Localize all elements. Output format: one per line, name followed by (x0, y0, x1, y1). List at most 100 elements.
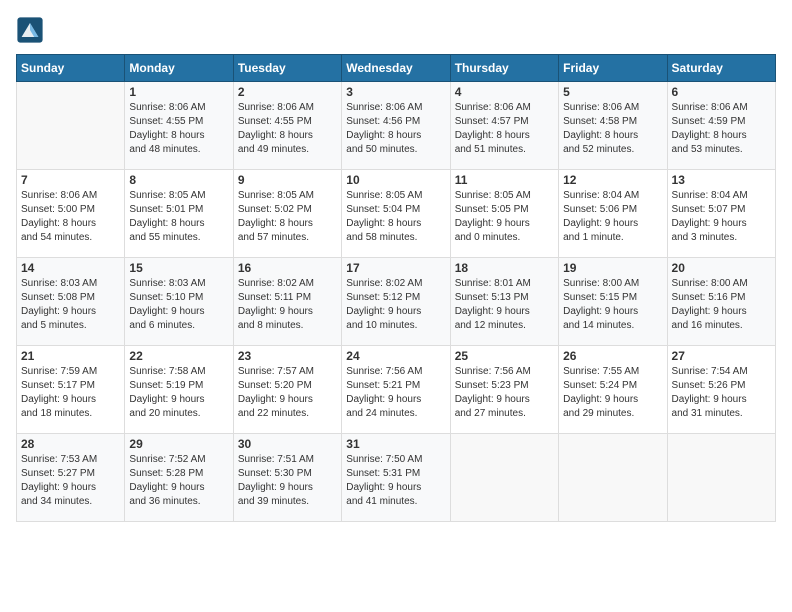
header-cell-tuesday: Tuesday (233, 55, 341, 82)
calendar-cell: 21Sunrise: 7:59 AMSunset: 5:17 PMDayligh… (17, 346, 125, 434)
calendar-week-5: 28 Sunrise: 7:53 AMSunset: 5:27 PMDayligh… (17, 434, 776, 522)
day-info: Sunrise: 8:06 AMSunset: 4:58 PMDaylight:… (563, 101, 662, 157)
day-info: Sunrise: 7:55 AMSunset: 5:24 PMDaylight:… (563, 365, 662, 421)
day-number: 4 (455, 85, 554, 99)
calendar-week-2: 7 Sunrise: 8:06 AMSunset: 5:00 PMDaylight… (17, 170, 776, 258)
day-number: 20 (672, 261, 771, 275)
day-info: Sunrise: 8:05 AMSunset: 5:05 PMDaylight:… (455, 189, 554, 245)
day-number: 31 (346, 437, 445, 451)
calendar-cell: 20 Sunrise: 8:00 AMSunset: 5:16 PMDayligh… (667, 258, 775, 346)
day-info: Sunrise: 8:05 AMSunset: 5:04 PMDaylight:… (346, 189, 445, 245)
calendar-cell: 31 Sunrise: 7:50 AMSunset: 5:31 PMDayligh… (342, 434, 450, 522)
day-info: Sunrise: 8:02 AMSunset: 5:11 PMDaylight:… (238, 277, 337, 333)
day-info: Sunrise: 7:56 AMSunset: 5:23 PMDaylight:… (455, 365, 554, 421)
day-info: Sunrise: 7:57 AMSunset: 5:20 PMDaylight:… (238, 365, 337, 421)
day-info: Sunrise: 8:04 AMSunset: 5:06 PMDaylight:… (563, 189, 662, 245)
calendar-cell: 1 Sunrise: 8:06 AMSunset: 4:55 PMDaylight… (125, 82, 233, 170)
calendar-cell: 13Sunrise: 8:04 AMSunset: 5:07 PMDayligh… (667, 170, 775, 258)
calendar-cell: 19 Sunrise: 8:00 AMSunset: 5:15 PMDayligh… (559, 258, 667, 346)
calendar-cell (17, 82, 125, 170)
header-row: SundayMondayTuesdayWednesdayThursdayFrid… (17, 55, 776, 82)
calendar-cell (559, 434, 667, 522)
day-number: 27 (672, 349, 771, 363)
day-number: 11 (455, 173, 554, 187)
day-number: 16 (238, 261, 337, 275)
day-number: 26 (563, 349, 662, 363)
day-number: 13 (672, 173, 771, 187)
calendar-header: SundayMondayTuesdayWednesdayThursdayFrid… (17, 55, 776, 82)
day-info: Sunrise: 8:05 AMSunset: 5:02 PMDaylight:… (238, 189, 337, 245)
day-number: 28 (21, 437, 120, 451)
logo-icon (16, 16, 44, 44)
calendar-cell: 4 Sunrise: 8:06 AMSunset: 4:57 PMDaylight… (450, 82, 558, 170)
calendar-week-4: 21Sunrise: 7:59 AMSunset: 5:17 PMDayligh… (17, 346, 776, 434)
day-info: Sunrise: 8:02 AMSunset: 5:12 PMDaylight:… (346, 277, 445, 333)
day-number: 23 (238, 349, 337, 363)
calendar-cell: 30Sunrise: 7:51 AMSunset: 5:30 PMDayligh… (233, 434, 341, 522)
day-info: Sunrise: 8:01 AMSunset: 5:13 PMDaylight:… (455, 277, 554, 333)
calendar-cell: 6 Sunrise: 8:06 AMSunset: 4:59 PMDaylight… (667, 82, 775, 170)
header-cell-sunday: Sunday (17, 55, 125, 82)
day-info: Sunrise: 8:06 AMSunset: 4:59 PMDaylight:… (672, 101, 771, 157)
calendar-cell: 17 Sunrise: 8:02 AMSunset: 5:12 PMDayligh… (342, 258, 450, 346)
day-info: Sunrise: 7:56 AMSunset: 5:21 PMDaylight:… (346, 365, 445, 421)
day-number: 5 (563, 85, 662, 99)
day-info: Sunrise: 8:05 AMSunset: 5:01 PMDaylight:… (129, 189, 228, 245)
calendar-cell: 10 Sunrise: 8:05 AMSunset: 5:04 PMDayligh… (342, 170, 450, 258)
day-info: Sunrise: 8:00 AMSunset: 5:16 PMDaylight:… (672, 277, 771, 333)
day-info: Sunrise: 7:53 AMSunset: 5:27 PMDaylight:… (21, 453, 120, 509)
day-number: 25 (455, 349, 554, 363)
day-number: 19 (563, 261, 662, 275)
calendar-week-1: 1 Sunrise: 8:06 AMSunset: 4:55 PMDaylight… (17, 82, 776, 170)
day-number: 15 (129, 261, 228, 275)
day-info: Sunrise: 7:54 AMSunset: 5:26 PMDaylight:… (672, 365, 771, 421)
header-cell-friday: Friday (559, 55, 667, 82)
calendar-cell: 3Sunrise: 8:06 AMSunset: 4:56 PMDaylight… (342, 82, 450, 170)
day-number: 17 (346, 261, 445, 275)
day-number: 1 (129, 85, 228, 99)
day-number: 18 (455, 261, 554, 275)
day-info: Sunrise: 7:50 AMSunset: 5:31 PMDaylight:… (346, 453, 445, 509)
day-number: 2 (238, 85, 337, 99)
calendar-cell: 5 Sunrise: 8:06 AMSunset: 4:58 PMDaylight… (559, 82, 667, 170)
calendar-cell: 2Sunrise: 8:06 AMSunset: 4:55 PMDaylight… (233, 82, 341, 170)
day-info: Sunrise: 8:00 AMSunset: 5:15 PMDaylight:… (563, 277, 662, 333)
day-number: 9 (238, 173, 337, 187)
day-info: Sunrise: 8:06 AMSunset: 4:55 PMDaylight:… (129, 101, 228, 157)
calendar-cell: 7 Sunrise: 8:06 AMSunset: 5:00 PMDaylight… (17, 170, 125, 258)
calendar-cell: 23 Sunrise: 7:57 AMSunset: 5:20 PMDayligh… (233, 346, 341, 434)
calendar-cell: 25 Sunrise: 7:56 AMSunset: 5:23 PMDayligh… (450, 346, 558, 434)
day-number: 8 (129, 173, 228, 187)
day-info: Sunrise: 7:58 AMSunset: 5:19 PMDaylight:… (129, 365, 228, 421)
header-cell-wednesday: Wednesday (342, 55, 450, 82)
header-cell-monday: Monday (125, 55, 233, 82)
calendar-cell: 28 Sunrise: 7:53 AMSunset: 5:27 PMDayligh… (17, 434, 125, 522)
day-number: 10 (346, 173, 445, 187)
logo (16, 16, 48, 44)
day-number: 7 (21, 173, 120, 187)
day-info: Sunrise: 7:52 AMSunset: 5:28 PMDaylight:… (129, 453, 228, 509)
day-number: 21 (21, 349, 120, 363)
calendar-cell: 29Sunrise: 7:52 AMSunset: 5:28 PMDayligh… (125, 434, 233, 522)
calendar-cell: 15Sunrise: 8:03 AMSunset: 5:10 PMDayligh… (125, 258, 233, 346)
header-cell-thursday: Thursday (450, 55, 558, 82)
calendar-cell: 27 Sunrise: 7:54 AMSunset: 5:26 PMDayligh… (667, 346, 775, 434)
day-number: 30 (238, 437, 337, 451)
calendar-cell: 12Sunrise: 8:04 AMSunset: 5:06 PMDayligh… (559, 170, 667, 258)
calendar-cell: 16 Sunrise: 8:02 AMSunset: 5:11 PMDayligh… (233, 258, 341, 346)
calendar-cell: 9 Sunrise: 8:05 AMSunset: 5:02 PMDaylight… (233, 170, 341, 258)
calendar-week-3: 14Sunrise: 8:03 AMSunset: 5:08 PMDayligh… (17, 258, 776, 346)
day-number: 22 (129, 349, 228, 363)
day-number: 6 (672, 85, 771, 99)
page-header (16, 16, 776, 44)
calendar-cell: 26 Sunrise: 7:55 AMSunset: 5:24 PMDayligh… (559, 346, 667, 434)
calendar-cell: 8 Sunrise: 8:05 AMSunset: 5:01 PMDaylight… (125, 170, 233, 258)
calendar-cell (667, 434, 775, 522)
calendar-cell: 24 Sunrise: 7:56 AMSunset: 5:21 PMDayligh… (342, 346, 450, 434)
calendar-body: 1 Sunrise: 8:06 AMSunset: 4:55 PMDaylight… (17, 82, 776, 522)
calendar-cell (450, 434, 558, 522)
header-cell-saturday: Saturday (667, 55, 775, 82)
day-info: Sunrise: 8:06 AMSunset: 4:57 PMDaylight:… (455, 101, 554, 157)
day-number: 24 (346, 349, 445, 363)
day-info: Sunrise: 8:06 AMSunset: 5:00 PMDaylight:… (21, 189, 120, 245)
